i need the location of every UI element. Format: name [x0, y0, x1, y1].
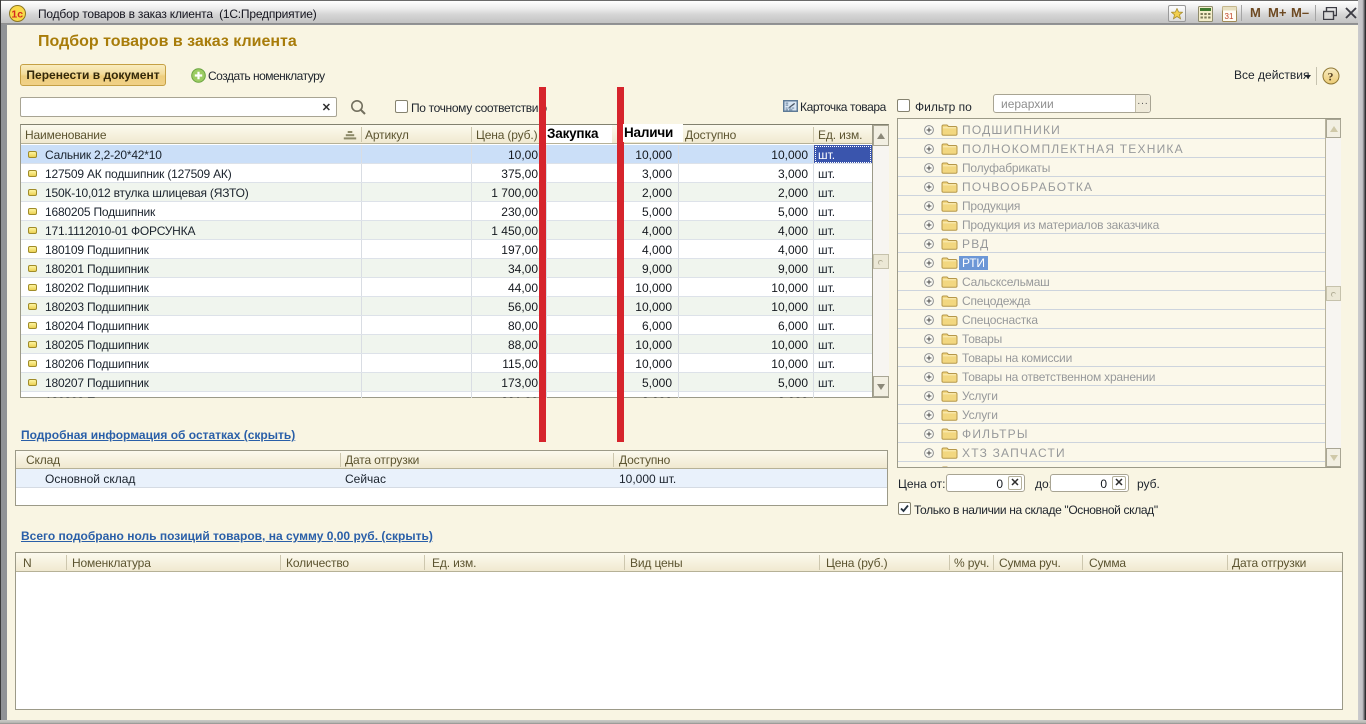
svg-text:1с: 1с [11, 9, 23, 21]
svg-text:?: ? [1328, 70, 1334, 84]
svg-text:31: 31 [1225, 12, 1234, 21]
